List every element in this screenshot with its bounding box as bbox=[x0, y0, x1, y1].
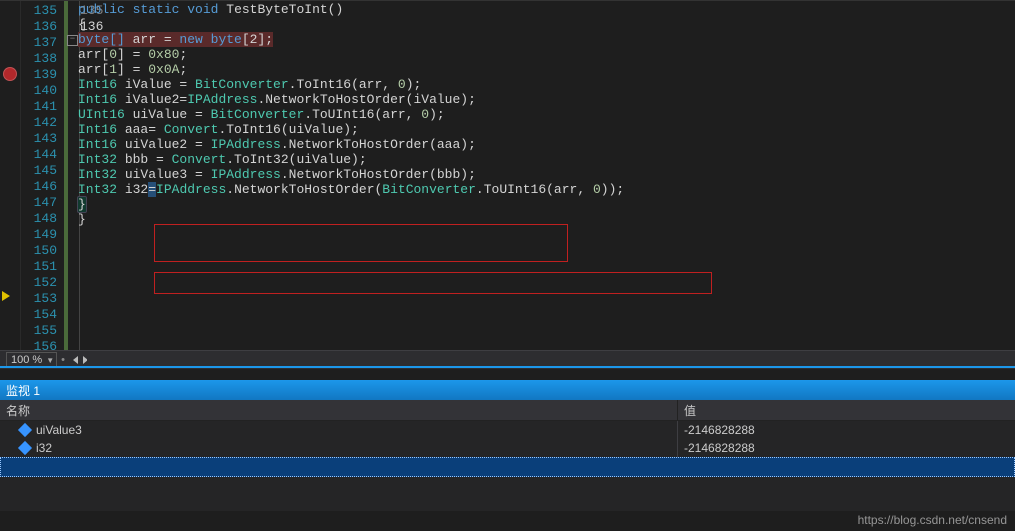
variable-icon bbox=[18, 441, 32, 455]
watch-title-text: 监视 1 bbox=[6, 382, 40, 399]
keyword: new bbox=[179, 32, 202, 47]
watch-grid[interactable]: 名称 值 uiValue3 -2146828288 i32 -214682828… bbox=[0, 400, 1015, 511]
panel-splitter[interactable] bbox=[0, 366, 1015, 368]
brace: { bbox=[78, 17, 86, 32]
var-name: i32 bbox=[36, 441, 52, 455]
watch-header-row: 名称 值 bbox=[0, 400, 1015, 421]
watch-panel-title[interactable]: 监视 1 bbox=[0, 380, 1015, 400]
code-text-layer[interactable]: public static void TestByteToInt() { byt… bbox=[78, 2, 1015, 227]
watermark: https://blog.csdn.net/cnsend bbox=[858, 513, 1007, 527]
current-line-arrow bbox=[2, 291, 10, 301]
keyword: void bbox=[187, 2, 218, 17]
var-value: -2146828288 bbox=[684, 441, 755, 455]
watch-col-name[interactable]: 名称 bbox=[0, 400, 678, 420]
fold-toggle[interactable]: − bbox=[67, 35, 78, 46]
watch-add-input[interactable] bbox=[1, 458, 1014, 474]
separator: • bbox=[61, 354, 65, 366]
glyph-margin[interactable] bbox=[0, 1, 21, 351]
zoom-label: 100 % bbox=[11, 354, 42, 366]
watch-row[interactable]: uiValue3 -2146828288 bbox=[0, 421, 1015, 439]
watch-row[interactable]: i32 -2146828288 bbox=[0, 439, 1015, 457]
line-numbers: 1351361371381391401411421431441451461471… bbox=[21, 1, 61, 351]
method-name: TestByteToInt() bbox=[218, 2, 343, 17]
brace: } bbox=[78, 197, 86, 212]
keyword: public bbox=[78, 2, 125, 17]
watch-col-value[interactable]: 值 bbox=[678, 400, 1015, 420]
chevron-down-icon: ▼ bbox=[46, 356, 54, 365]
brace: } bbox=[78, 212, 86, 227]
breakpoint-dot[interactable] bbox=[3, 67, 17, 81]
var-value: -2146828288 bbox=[684, 423, 755, 437]
type: byte[] bbox=[78, 32, 125, 47]
watch-new-row[interactable] bbox=[0, 457, 1015, 477]
keyword: static bbox=[133, 2, 180, 17]
variable-icon bbox=[18, 423, 32, 437]
var-name: uiValue3 bbox=[36, 423, 82, 437]
nav-arrows[interactable] bbox=[69, 353, 87, 367]
